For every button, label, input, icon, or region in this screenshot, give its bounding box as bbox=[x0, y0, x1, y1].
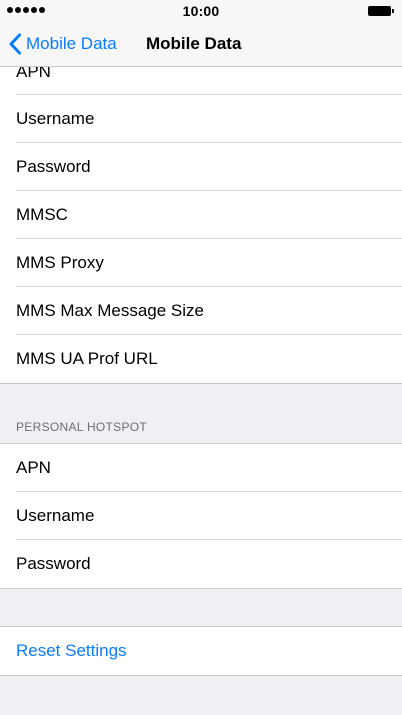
mobile-data-settings-group: APN Username Password MMSC MMS Proxy MMS… bbox=[0, 66, 402, 383]
list-item-mmsc[interactable]: MMSC bbox=[0, 191, 402, 239]
reset-group: Reset Settings bbox=[0, 627, 402, 675]
status-time: 10:00 bbox=[182, 3, 220, 19]
list-item-label: APN bbox=[16, 66, 51, 81]
chevron-left-icon bbox=[9, 33, 21, 55]
section-gap bbox=[0, 589, 402, 626]
bottom-spacer bbox=[0, 676, 402, 712]
back-label: Mobile Data bbox=[26, 34, 117, 53]
list-item-label: MMSC bbox=[16, 205, 68, 224]
settings-content[interactable]: APN Username Password MMSC MMS Proxy MMS… bbox=[0, 66, 402, 715]
list-item-label: Password bbox=[16, 554, 91, 573]
list-item-label: APN bbox=[16, 458, 51, 477]
navigation-bar: Mobile Data Mobile Data bbox=[0, 22, 402, 67]
list-item-label: MMS UA Prof URL bbox=[16, 349, 158, 368]
screen: 10:00 Mobile Data Mobile Data APN Userna… bbox=[0, 0, 402, 715]
list-item-label: MMS Proxy bbox=[16, 253, 104, 272]
list-item-label: Username bbox=[16, 506, 95, 525]
battery-body bbox=[368, 6, 391, 16]
list-item-label: Username bbox=[16, 109, 95, 128]
reset-settings-button[interactable]: Reset Settings bbox=[0, 627, 402, 675]
list-item-mms-max-message-size[interactable]: MMS Max Message Size bbox=[0, 287, 402, 335]
personal-hotspot-group: APN Username Password bbox=[0, 444, 402, 588]
list-item-apn[interactable]: APN bbox=[0, 66, 402, 95]
list-item-password[interactable]: Password bbox=[0, 143, 402, 191]
list-item-label: Password bbox=[16, 157, 91, 176]
section-header-personal-hotspot: PERSONAL HOTSPOT bbox=[16, 420, 148, 434]
battery-tip bbox=[392, 9, 394, 13]
list-item-hotspot-apn[interactable]: APN bbox=[0, 444, 402, 492]
list-item-hotspot-password[interactable]: Password bbox=[0, 540, 402, 588]
list-item-label: MMS Max Message Size bbox=[16, 301, 204, 320]
list-item-mms-ua-prof-url[interactable]: MMS UA Prof URL bbox=[0, 335, 402, 383]
back-button[interactable]: Mobile Data bbox=[8, 22, 117, 66]
list-item-hotspot-username[interactable]: Username bbox=[0, 492, 402, 540]
list-item-mms-proxy[interactable]: MMS Proxy bbox=[0, 239, 402, 287]
status-bar: 10:00 bbox=[0, 0, 402, 22]
page-title: Mobile Data bbox=[146, 34, 242, 53]
reset-settings-label: Reset Settings bbox=[16, 641, 127, 660]
battery-icon bbox=[368, 6, 394, 16]
section-gap: PERSONAL HOTSPOT bbox=[0, 384, 402, 443]
list-item-username[interactable]: Username bbox=[0, 95, 402, 143]
